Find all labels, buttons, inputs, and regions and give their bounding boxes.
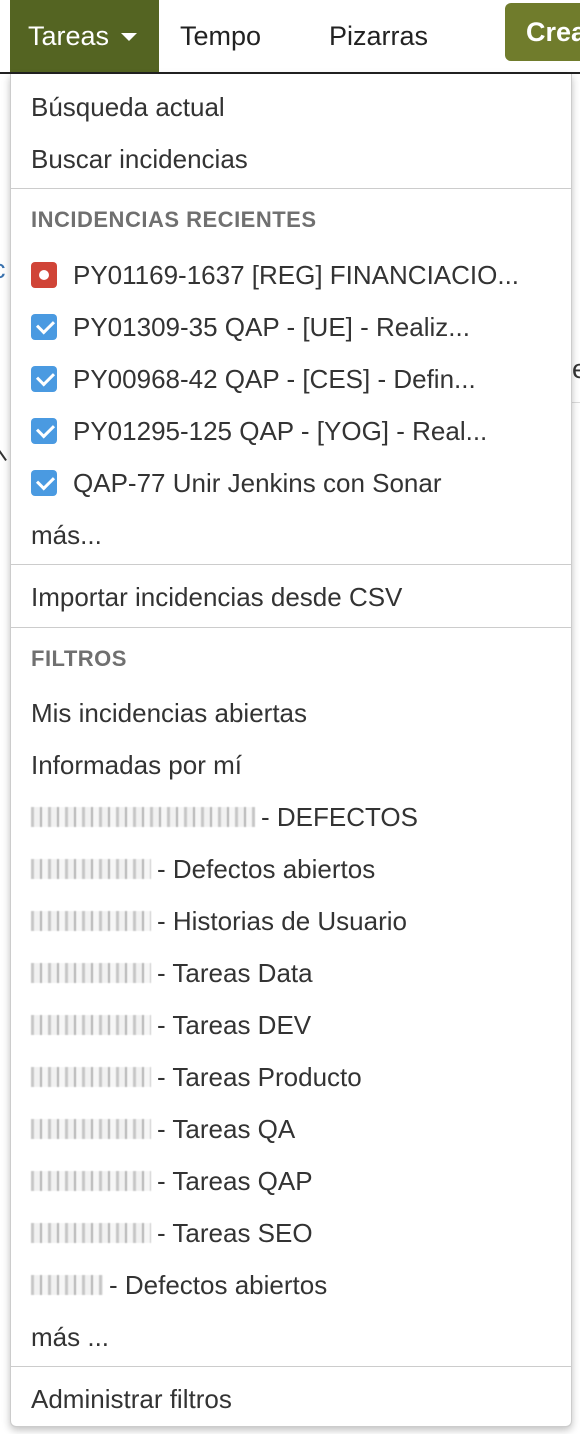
filter-item[interactable]: - Tareas Producto — [11, 1051, 571, 1103]
bug-icon — [31, 262, 57, 288]
import-csv-link[interactable]: Importar incidencias desde CSV — [11, 571, 571, 623]
recent-issue-label: PY01309-35 QAP - [UE] - Realiz... — [73, 311, 470, 342]
search-issues-link[interactable]: Buscar incidencias — [11, 133, 571, 185]
redacted-project-name — [31, 911, 151, 931]
manage-filters-link[interactable]: Administrar filtros — [11, 1373, 571, 1425]
filter-item-label: - Tareas DEV — [157, 1009, 312, 1040]
menu-divider — [11, 564, 571, 565]
background-divider — [572, 402, 580, 403]
filter-item[interactable]: - Defectos abiertos — [11, 1259, 571, 1311]
recent-issue-label: QAP-77 Unir Jenkins con Sonar — [73, 467, 442, 498]
tareas-menu-tab[interactable]: Tareas — [10, 0, 159, 72]
menu-divider — [11, 1366, 571, 1367]
recent-issue-item[interactable]: PY01169-1637 [REG] FINANCIACIO... — [11, 249, 571, 301]
redacted-project-name — [31, 1067, 151, 1087]
filter-item-label: - Tareas QA — [157, 1113, 296, 1144]
filter-item[interactable]: - Tareas QAP — [11, 1155, 571, 1207]
chevron-down-icon — [121, 33, 138, 41]
tareas-dropdown-menu: Búsqueda actual Buscar incidencias INCID… — [10, 74, 572, 1427]
recent-issue-item[interactable]: QAP-77 Unir Jenkins con Sonar — [11, 457, 571, 509]
filter-item-label: - DEFECTOS — [261, 801, 418, 832]
recent-issue-label: PY01295-125 QAP - [YOG] - Real... — [73, 415, 488, 446]
task-icon — [31, 314, 57, 340]
filter-item[interactable]: - Defectos abiertos — [11, 843, 571, 895]
background-line — [0, 450, 7, 461]
task-icon — [31, 366, 57, 392]
task-icon — [31, 470, 57, 496]
tareas-menu-label: Tareas — [28, 20, 110, 51]
redacted-project-name — [31, 859, 151, 879]
redacted-project-name — [31, 1171, 151, 1191]
filter-item[interactable]: - Tareas QA — [11, 1103, 571, 1155]
redacted-project-name — [31, 807, 255, 827]
recent-issues-heading: INCIDENCIAS RECIENTES — [31, 207, 317, 232]
menu-divider — [11, 188, 571, 189]
redacted-project-name — [31, 963, 151, 983]
filter-item-label: - Tareas SEO — [157, 1217, 313, 1248]
redacted-project-name — [31, 1119, 151, 1139]
filter-item-label: - Historias de Usuario — [157, 905, 407, 936]
filter-item[interactable]: - DEFECTOS — [11, 791, 571, 843]
filter-item[interactable]: - Historias de Usuario — [11, 895, 571, 947]
recent-issue-item[interactable]: PY01295-125 QAP - [YOG] - Real... — [11, 405, 571, 457]
filter-item[interactable]: - Tareas SEO — [11, 1207, 571, 1259]
filter-item-label: - Tareas QAP — [157, 1165, 313, 1196]
recent-issue-item[interactable]: PY01309-35 QAP - [UE] - Realiz... — [11, 301, 571, 353]
redacted-project-name — [31, 1275, 103, 1295]
recent-issue-item[interactable]: PY00968-42 QAP - [CES] - Defin... — [11, 353, 571, 405]
filter-item[interactable]: Mis incidencias abiertas — [11, 687, 571, 739]
recent-issue-label: PY01169-1637 [REG] FINANCIACIO... — [73, 259, 520, 290]
filter-item[interactable]: - Tareas Data — [11, 947, 571, 999]
filters-heading: FILTROS — [31, 646, 127, 671]
tempo-menu-tab[interactable]: Tempo — [180, 0, 261, 72]
top-navigation-bar: Tareas Tempo Pizarras Crea — [0, 0, 580, 74]
recent-issues-more-link[interactable]: más... — [11, 509, 571, 561]
current-search-link[interactable]: Búsqueda actual — [11, 81, 571, 133]
background-text-fragment: e — [572, 354, 580, 384]
redacted-project-name — [31, 1015, 151, 1035]
filters-more-link[interactable]: más ... — [11, 1311, 571, 1363]
recent-issue-label: PY00968-42 QAP - [CES] - Defin... — [73, 363, 476, 394]
pizarras-menu-tab[interactable]: Pizarras — [329, 0, 428, 72]
filter-item-label: - Defectos abiertos — [109, 1269, 328, 1300]
redacted-project-name — [31, 1223, 151, 1243]
create-button[interactable]: Crea — [505, 3, 580, 61]
background-link-fragment: c — [0, 254, 6, 285]
filter-item[interactable]: - Tareas DEV — [11, 999, 571, 1051]
menu-divider — [11, 627, 571, 628]
filter-item-label: - Defectos abiertos — [157, 853, 376, 884]
filter-item-label: - Tareas Data — [157, 957, 313, 988]
filter-item-label: - Tareas Producto — [157, 1061, 362, 1092]
task-icon — [31, 418, 57, 444]
filter-item[interactable]: Informadas por mí — [11, 739, 571, 791]
